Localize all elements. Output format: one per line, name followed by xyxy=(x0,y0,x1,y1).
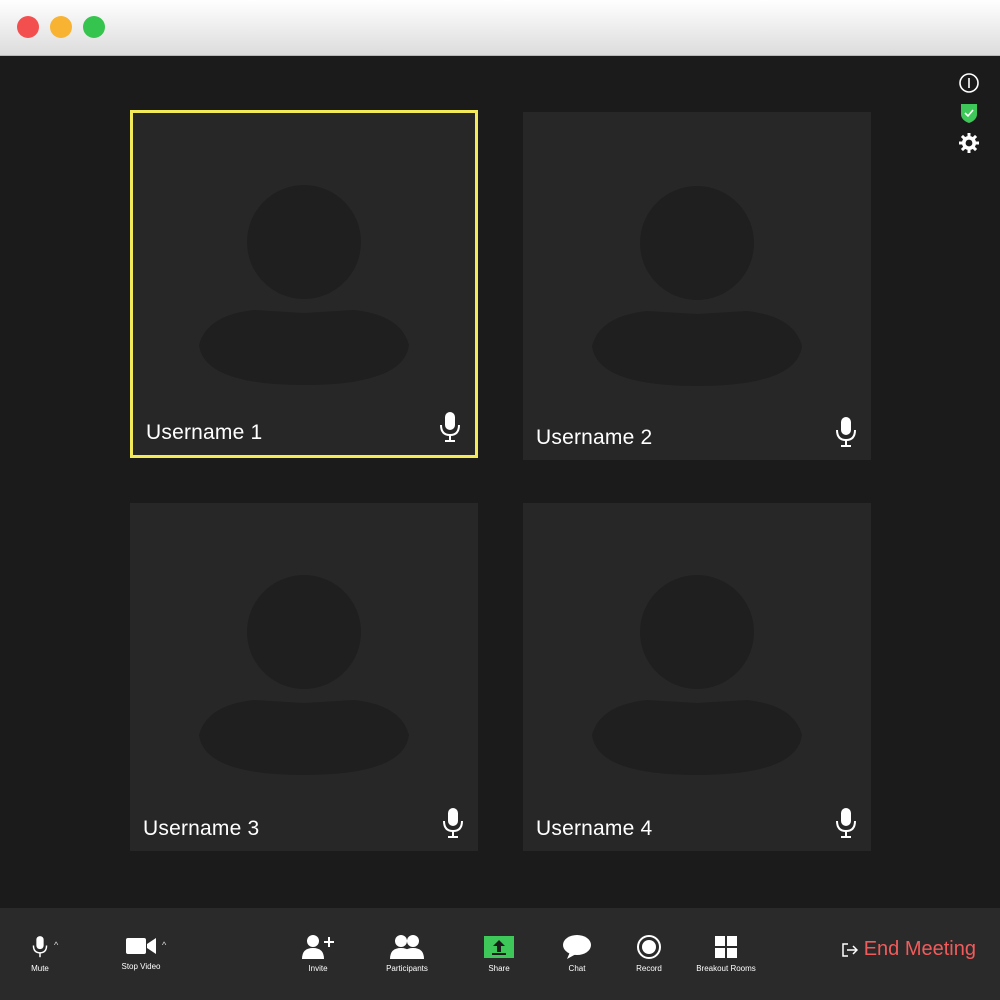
participants-button[interactable]: Participants xyxy=(382,934,432,973)
share-label: Share xyxy=(488,964,510,973)
record-label: Record xyxy=(636,964,662,973)
avatar-placeholder-icon xyxy=(199,185,409,385)
participant-tile-1[interactable]: Username 1 xyxy=(130,110,478,458)
participant-name: Username 2 xyxy=(536,426,653,449)
microphone-icon xyxy=(32,936,48,958)
microphone-icon[interactable] xyxy=(442,807,464,839)
breakout-rooms-button[interactable]: Breakout Rooms xyxy=(694,934,758,973)
participant-tile-2[interactable]: Username 2 xyxy=(523,112,871,460)
participants-label: Participants xyxy=(386,964,428,973)
window-titlebar xyxy=(0,0,1000,56)
settings-gear-icon[interactable] xyxy=(958,132,980,154)
participants-icon xyxy=(390,935,424,959)
zoom-window-button[interactable] xyxy=(83,16,105,38)
exit-icon xyxy=(841,942,858,957)
participant-name: Username 3 xyxy=(143,817,260,840)
record-button[interactable]: Record xyxy=(632,934,666,973)
avatar-placeholder-icon xyxy=(199,575,409,775)
close-window-button[interactable] xyxy=(17,16,39,38)
microphone-icon[interactable] xyxy=(835,416,857,448)
end-meeting-label: End Meeting xyxy=(863,938,976,960)
meeting-toolbar: Mute ^ Stop Video ^ Invite Participants xyxy=(0,908,1000,1000)
security-shield-icon[interactable] xyxy=(958,102,980,124)
chat-bubble-icon xyxy=(563,935,591,959)
microphone-icon[interactable] xyxy=(439,411,461,443)
participant-name: Username 4 xyxy=(536,817,653,840)
participant-name: Username 1 xyxy=(146,421,263,444)
record-icon xyxy=(637,935,661,959)
breakout-rooms-icon xyxy=(715,936,737,958)
chevron-up-icon[interactable]: ^ xyxy=(162,940,166,950)
mute-label: Mute xyxy=(31,964,49,973)
chat-label: Chat xyxy=(568,964,586,973)
meeting-status-icons xyxy=(958,72,980,162)
invite-button[interactable]: Invite xyxy=(300,934,336,973)
microphone-icon[interactable] xyxy=(835,807,857,839)
share-screen-icon xyxy=(484,936,514,958)
minimize-window-button[interactable] xyxy=(50,16,72,38)
avatar-placeholder-icon xyxy=(592,186,802,386)
chat-button[interactable]: Chat xyxy=(560,934,594,973)
mute-button[interactable]: Mute ^ xyxy=(28,934,58,973)
participant-tile-4[interactable]: Username 4 xyxy=(523,503,871,851)
end-meeting-button[interactable]: End Meeting xyxy=(841,938,976,961)
avatar-placeholder-icon xyxy=(592,575,802,775)
participant-tile-3[interactable]: Username 3 xyxy=(130,503,478,851)
info-icon[interactable] xyxy=(958,72,980,94)
share-button[interactable]: Share xyxy=(483,934,515,973)
chevron-up-icon[interactable]: ^ xyxy=(54,940,58,950)
video-camera-icon xyxy=(126,938,156,954)
invite-label: Invite xyxy=(308,964,328,973)
stop-video-label: Stop Video xyxy=(121,962,161,971)
breakout-rooms-label: Breakout Rooms xyxy=(696,964,756,973)
stop-video-button[interactable]: Stop Video ^ xyxy=(118,934,166,971)
add-user-icon xyxy=(302,935,334,959)
